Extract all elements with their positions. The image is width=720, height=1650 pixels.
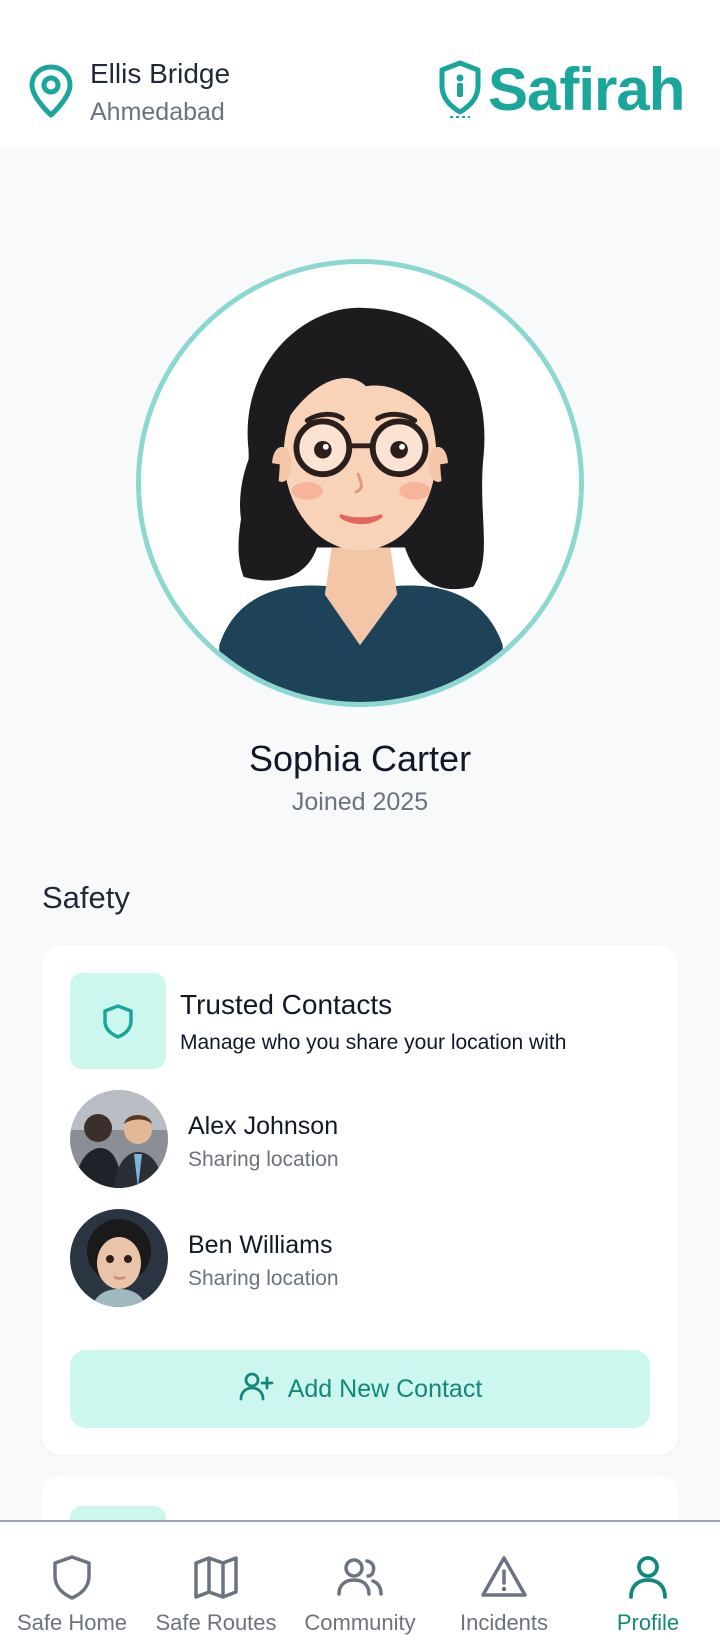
alert-triangle-icon (481, 1556, 527, 1597)
shield-person-logo-icon (439, 60, 481, 118)
nav-label: Safe Home (16, 1610, 128, 1635)
user-plus-icon (238, 1368, 274, 1411)
bottom-navigation: Safe Home Safe Routes Community Incident… (0, 1520, 720, 1650)
location-subtitle: Ahmedabad (90, 98, 225, 126)
location-pin-icon[interactable] (28, 64, 74, 118)
nav-label: Safe Routes (155, 1610, 277, 1635)
contact-item-ben[interactable]: Ben Williams Sharing location (70, 1209, 650, 1307)
woman-illustration (141, 264, 579, 702)
nav-community[interactable]: Community (288, 1522, 432, 1650)
add-new-contact-button[interactable]: Add New Contact (70, 1350, 650, 1428)
add-contact-label: Add New Contact (287, 1374, 483, 1403)
nav-label: Community (304, 1610, 416, 1635)
profile-name: Sophia Carter (248, 738, 472, 779)
nav-safe-routes[interactable]: Safe Routes (144, 1522, 288, 1650)
shield-icon (70, 973, 166, 1069)
contact-avatar (70, 1090, 168, 1188)
contact-avatar (70, 1209, 168, 1307)
profile-avatar[interactable] (136, 259, 584, 707)
user-icon (629, 1556, 667, 1599)
trusted-contacts-card: Trusted Contacts Manage who you share yo… (42, 945, 678, 1455)
nav-label: Incidents (459, 1610, 549, 1635)
location-title[interactable]: Ellis Bridge (90, 58, 230, 90)
nav-safe-home[interactable]: Safe Home (0, 1522, 144, 1650)
shield-icon (53, 1555, 91, 1600)
card-description: Manage who you share your location with (180, 1031, 567, 1054)
app-header: Ellis Bridge Ahmedabad Safirah (0, 0, 720, 148)
app-logo: Safirah (438, 58, 698, 122)
contact-name: Alex Johnson (188, 1112, 339, 1140)
nav-label: Profile (616, 1610, 680, 1635)
nav-incidents[interactable]: Incidents (432, 1522, 576, 1650)
contact-status: Sharing location (188, 1148, 339, 1171)
profile-joined: Joined 2025 (291, 788, 429, 816)
section-title-safety: Safety (42, 880, 130, 915)
users-icon (337, 1558, 383, 1596)
nav-profile[interactable]: Profile (576, 1522, 720, 1650)
contact-status: Sharing location (188, 1267, 339, 1290)
logo-text: Safirah (488, 56, 685, 123)
contact-item-alex[interactable]: Alex Johnson Sharing location (70, 1090, 650, 1188)
map-icon (194, 1556, 238, 1599)
contact-name: Ben Williams (188, 1231, 333, 1259)
card-title[interactable]: Trusted Contacts (180, 989, 392, 1021)
